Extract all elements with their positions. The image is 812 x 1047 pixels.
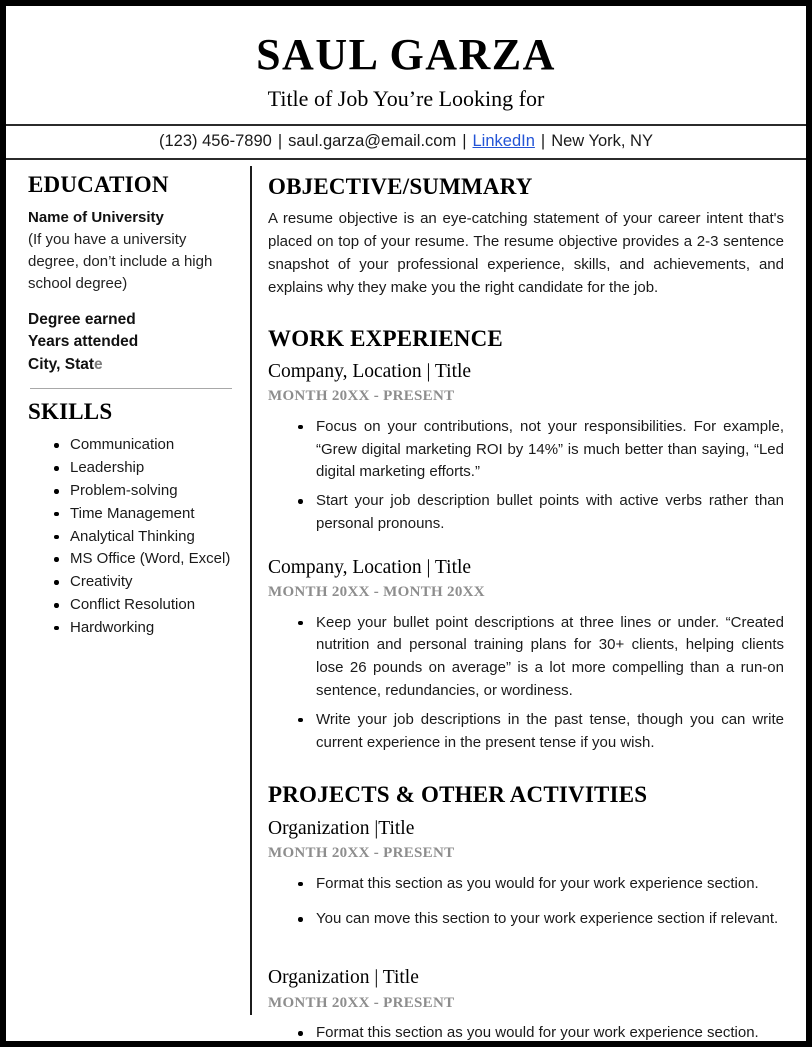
section-heading-work-experience: WORK EXPERIENCE [268,325,503,351]
main-content: OBJECTIVE/SUMMARY A resume objective is … [252,160,806,1041]
university-name: Name of University [28,208,164,226]
entry-date: MONTH 20XX - MONTH 20XX [268,584,485,601]
list-item: MS Office (Word, Excel) [54,548,236,571]
resume-body: EDUCATION Name of University (If you hav… [6,160,806,1041]
work-entry: Company, Location | Title MONTH 20XX - P… [268,360,784,536]
list-item: Leadership [54,457,236,480]
list-item: Start your job description bullet points… [298,490,784,536]
list-item: Analytical Thinking [54,526,236,549]
entry-date: MONTH 20XX - PRESENT [268,388,455,405]
list-item: You can move this section to your work e… [298,908,784,931]
project-entry: Organization |Title MONTH 20XX - PRESENT… [268,817,784,931]
list-item: Communication [54,434,236,457]
city-state-faded: e [94,355,103,373]
entry-bullets: Focus on your contributions, not your re… [268,416,784,536]
spacer-project-entries [268,944,784,966]
entry-date: MONTH 20XX - PRESENT [268,994,455,1011]
job-title-subtitle: Title of Job You’re Looking for [267,86,545,112]
entry-title: Organization |Title [268,817,415,839]
education-note: (If you have a university degree, don’t … [28,230,213,292]
linkedin-link[interactable]: LinkedIn [473,132,535,150]
entry-title: Company, Location | Title [268,556,472,578]
entry-bullets: Keep your bullet point descriptions at t… [268,612,784,755]
project-entry: Organization | Title MONTH 20XX - PRESEN… [268,966,784,1041]
section-heading-education: EDUCATION [28,171,169,197]
entry-bullets: Format this section as you would for you… [268,1022,784,1041]
email-address: saul.garza@email.com [288,131,457,150]
list-item: Format this section as you would for you… [298,1022,784,1041]
spacer-work-projects [268,760,784,782]
list-item: Keep your bullet point descriptions at t… [298,612,784,703]
page-title: SAUL GARZA [256,30,556,79]
city-state-main: City, Stat [28,355,95,373]
contact-separator-2: | [462,131,467,150]
sidebar-divider [30,388,232,390]
years-attended: Years attended [28,333,139,351]
list-item: Conflict Resolution [54,594,236,617]
section-heading-projects: PROJECTS & OTHER ACTIVITIES [268,782,648,808]
objective-text: A resume objective is an eye-catching st… [268,209,784,296]
entry-date: MONTH 20XX - PRESENT [268,845,455,862]
list-item: Time Management [54,503,236,526]
list-item: Format this section as you would for you… [298,873,784,896]
spacer-objective-work [268,304,784,326]
phone-number: (123) 456-7890 [159,131,272,150]
location-text: New York, NY [551,131,653,150]
work-entry: Company, Location | Title MONTH 20XX - M… [268,556,784,755]
list-item: Write your job descriptions in the past … [298,709,784,755]
education-spacer [28,295,236,309]
list-item: Problem-solving [54,480,236,503]
entry-title: Organization | Title [268,967,419,989]
list-item: Hardworking [54,617,236,640]
sidebar: EDUCATION Name of University (If you hav… [6,160,250,1041]
contact-separator-3: | [540,131,546,150]
resume-page: SAUL GARZA Title of Job You’re Looking f… [0,0,812,1047]
resume-header: SAUL GARZA Title of Job You’re Looking f… [6,6,806,113]
contact-bar: (123) 456-7890 | saul.garza@email.com | Link… [6,126,806,158]
entry-title: Company, Location | Title [268,360,472,382]
contact-separator-1: | [277,131,283,150]
degree-earned: Degree earned [28,310,136,328]
list-item: Focus on your contributions, not your re… [298,416,784,484]
entry-bullets: Format this section as you would for you… [268,873,784,932]
list-item: Creativity [54,571,236,594]
spacer-work-entries [268,542,784,556]
skills-list: Communication Leadership Problem-solving… [28,434,236,639]
section-heading-objective: OBJECTIVE/SUMMARY [268,173,533,199]
education-city-state: City, State [28,354,236,376]
section-heading-skills: SKILLS [28,399,113,425]
